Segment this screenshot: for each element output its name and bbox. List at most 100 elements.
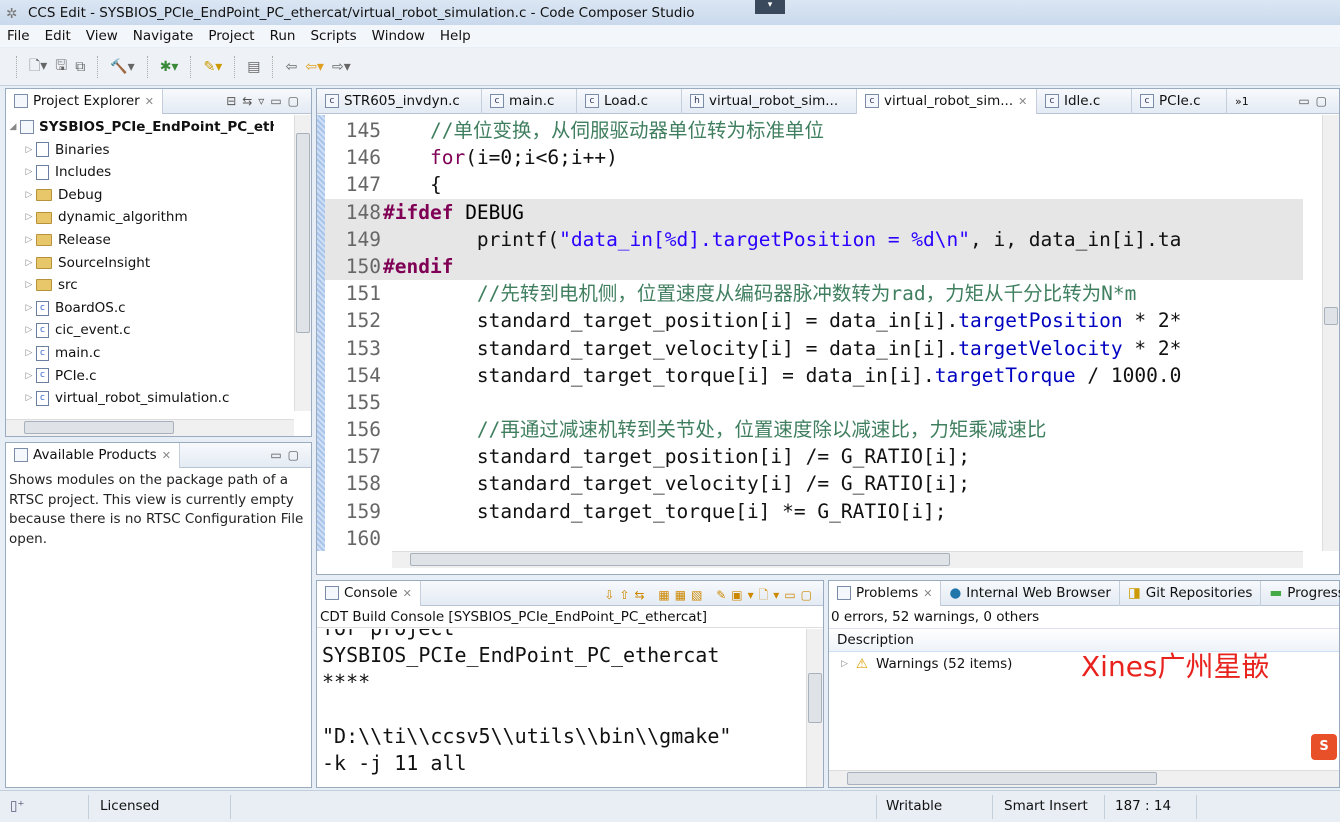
expand-arrow-icon[interactable]: ▷ <box>22 229 36 252</box>
build-hammer-icon[interactable]: 🔨▾ <box>110 59 134 75</box>
tree-item[interactable]: ▷ Binaries <box>6 139 311 162</box>
tab-console[interactable]: Console ✕ <box>317 580 421 606</box>
includes-icon <box>36 164 49 180</box>
editor-tab[interactable]: c Load.c <box>577 88 682 114</box>
tree-item[interactable]: ▷ Includes <box>6 161 311 184</box>
editor-horizontal-scrollbar[interactable] <box>392 551 1303 568</box>
tree-root[interactable]: ◢ SYSBIOS_PCIe_EndPoint_PC_ethercat <box>6 116 311 139</box>
app-logo-icon: ✲ <box>6 5 18 22</box>
code-line: 157 standard_target_position[i] /= G_RAT… <box>325 443 1303 470</box>
project-explorer-panel: Project Explorer ✕ ⊟⇆▿▭▢ ◢ SYSBIOS_PCIe_En… <box>5 88 312 437</box>
close-icon[interactable]: ✕ <box>1018 95 1027 108</box>
tab-internal-web-browser[interactable]: ● Internal Web Browser <box>941 580 1120 606</box>
tab-problems[interactable]: Problems ✕ <box>829 580 942 606</box>
c-file-icon: c <box>865 94 879 108</box>
line-number: 159 <box>345 499 381 523</box>
tree-item[interactable]: ▷ src <box>6 274 311 297</box>
expand-arrow-icon[interactable]: ▷ <box>22 387 36 410</box>
save-all-icon[interactable]: ⧉ <box>75 59 85 75</box>
code-area[interactable]: 145 //单位变换，从伺服驱动器单位转为标准单位 146 for (i=0;i<6… <box>325 117 1303 553</box>
expand-arrow-icon[interactable]: ▷ <box>22 319 36 342</box>
perspective-icon[interactable]: ▤ <box>247 59 260 75</box>
tab-overflow-button[interactable]: »1 <box>1227 95 1249 108</box>
editor-tab[interactable]: c virtual_robot_sim... ✕ <box>857 88 1037 114</box>
problems-summary: 0 errors, 52 warnings, 0 others <box>831 609 1040 625</box>
menu-scripts[interactable]: Scripts <box>303 28 364 44</box>
close-icon[interactable]: ✕ <box>162 449 171 462</box>
menu-project[interactable]: Project <box>201 28 262 44</box>
window-control-button[interactable]: ▾ <box>755 0 785 14</box>
menu-navigate[interactable]: Navigate <box>126 28 202 44</box>
code-line: 156 //再通过减速机转到关节处，位置速度除以减速比，力矩乘减速比 <box>325 416 1303 443</box>
tab-git-repositories[interactable]: ◨ Git Repositories <box>1120 580 1262 606</box>
tree-item[interactable]: ▷ c BoardOS.c <box>6 297 311 320</box>
close-icon[interactable]: ✕ <box>403 587 412 600</box>
expand-arrow-icon[interactable]: ▷ <box>22 206 36 229</box>
view-controls[interactable]: ▭▢ <box>1298 94 1333 108</box>
new-icon[interactable]: 🗋▾ <box>29 55 47 79</box>
editor-tab[interactable]: c main.c <box>482 88 577 114</box>
menu-view[interactable]: View <box>79 28 126 44</box>
console-scrollbar[interactable] <box>806 629 823 787</box>
last-edit-icon[interactable]: ⇦ <box>285 59 297 75</box>
tab-available-products[interactable]: Available Products ✕ <box>6 442 180 468</box>
flash-icon[interactable]: ✎▾ <box>203 59 222 75</box>
expand-arrow-icon[interactable]: ▷ <box>22 274 36 297</box>
expand-arrow-icon[interactable]: ▷ <box>841 659 848 669</box>
menu-edit[interactable]: Edit <box>38 28 79 44</box>
expand-arrow-icon[interactable]: ▷ <box>22 297 36 320</box>
fast-view-icon[interactable]: ▯⁺ <box>10 798 25 814</box>
forward-icon[interactable]: ⇨▾ <box>332 59 351 75</box>
binaries-icon <box>36 142 49 158</box>
expand-arrow-icon[interactable]: ▷ <box>22 161 36 184</box>
tree-item[interactable]: ▷ c cic_event.c <box>6 319 311 342</box>
close-icon[interactable]: ✕ <box>923 587 932 600</box>
menu-window[interactable]: Window <box>365 28 433 44</box>
tree-item-label: Binaries <box>55 141 110 158</box>
tree-item[interactable]: ▷ dynamic_algorithm <box>6 206 311 229</box>
tree-vertical-scrollbar[interactable] <box>294 115 311 411</box>
expand-arrow-icon[interactable]: ▷ <box>22 184 36 207</box>
close-icon[interactable]: ✕ <box>145 95 154 108</box>
view-controls[interactable]: ▭▢ <box>270 448 305 462</box>
menu-run[interactable]: Run <box>263 28 304 44</box>
code-token: targetTorque <box>934 363 1076 387</box>
expand-arrow-icon[interactable]: ▷ <box>22 139 36 162</box>
code-token: * 2* <box>1122 309 1182 333</box>
tree-item[interactable]: ▷ c virtual_robot_simulation.c <box>6 387 311 410</box>
expand-arrow-icon[interactable]: ◢ <box>6 116 20 139</box>
expand-arrow-icon[interactable]: ▷ <box>22 252 36 275</box>
tree-item[interactable]: ▷ Debug <box>6 184 311 207</box>
expand-arrow-icon[interactable]: ▷ <box>22 365 36 388</box>
debug-bug-icon[interactable]: ✱▾ <box>160 59 179 75</box>
tree-item[interactable]: ▷ c main.c <box>6 342 311 365</box>
tree-item[interactable]: ▷ c PCIe.c <box>6 365 311 388</box>
menu-help[interactable]: Help <box>433 28 479 44</box>
code-line: 154 standard_target_torque[i] = data_in[… <box>325 362 1303 389</box>
editor-tab[interactable]: c PCIe.c <box>1132 88 1227 114</box>
tree-item-label: cic_event.c <box>55 322 131 339</box>
editor-tab[interactable]: h virtual_robot_sim... <box>682 88 857 114</box>
console-toolbar[interactable]: ⇩⇧⇆ ▦▦▧ ✎▣▾🗋▾▭▢ <box>604 586 817 607</box>
rtsc-project-icon <box>20 120 34 135</box>
tab-progress[interactable]: ▬ Progress <box>1261 581 1340 606</box>
menu-file[interactable]: File <box>0 28 38 44</box>
back-icon[interactable]: ⇦▾ <box>305 59 324 75</box>
view-controls[interactable]: ⊟⇆▿▭▢ <box>226 94 305 108</box>
tree-horizontal-scrollbar[interactable] <box>6 419 294 436</box>
expand-arrow-icon[interactable]: ▷ <box>22 342 36 365</box>
tab-project-explorer[interactable]: Project Explorer ✕ <box>6 88 163 114</box>
line-number: 150 <box>345 254 381 278</box>
code-line: 146 for (i=0;i<6;i++) <box>325 144 1303 171</box>
editor-tab[interactable]: c STR605_invdyn.c <box>317 88 482 114</box>
tab-label: Load.c <box>604 93 649 109</box>
save-icon[interactable]: 🖫 <box>55 55 67 79</box>
input-method-logo: S <box>1311 734 1337 760</box>
folder-icon <box>36 279 52 292</box>
problems-panel: Problems ✕ ● Internal Web Browser ◨ Git Rep… <box>828 580 1340 788</box>
editor-vertical-scrollbar[interactable] <box>1322 115 1339 551</box>
problems-horizontal-scrollbar[interactable] <box>829 770 1339 787</box>
editor-tab[interactable]: c Idle.c <box>1037 88 1132 114</box>
tree-item[interactable]: ▷ Release <box>6 229 311 252</box>
tree-item[interactable]: ▷ SourceInsight <box>6 252 311 275</box>
